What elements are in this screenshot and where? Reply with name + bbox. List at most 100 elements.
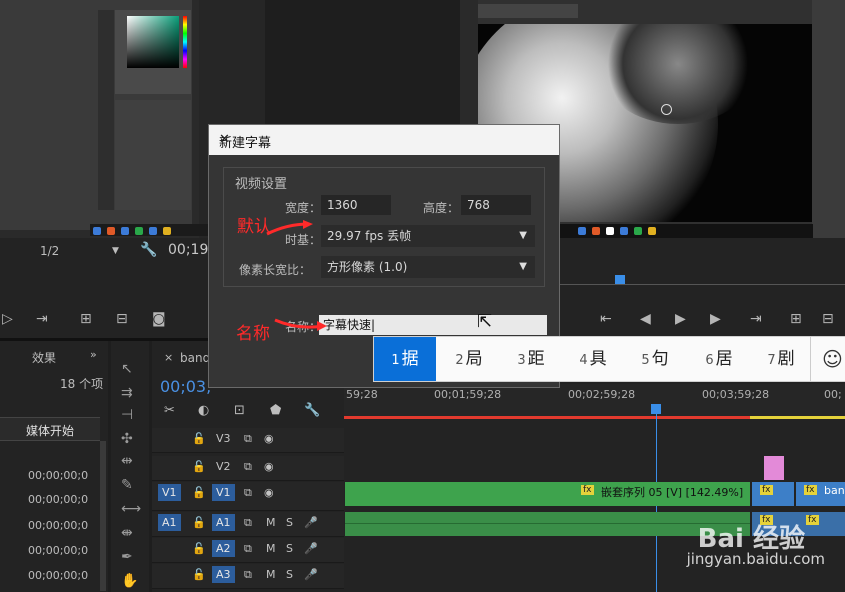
ime-candidate[interactable]: 5句 <box>624 337 686 381</box>
photoshop-properties <box>812 0 845 238</box>
ime-candidate[interactable]: 1据 <box>374 337 436 381</box>
track-target-a3[interactable]: A3 <box>212 566 235 583</box>
chevron-right-icon[interactable]: » <box>90 348 97 361</box>
snap-icon[interactable]: ✂ <box>164 403 175 418</box>
document-tab[interactable] <box>478 4 578 18</box>
mute-button[interactable]: M <box>266 542 276 555</box>
audio-clip[interactable] <box>345 512 750 536</box>
pixel-aspect-label: 像素长宽比： <box>239 263 312 277</box>
sync-lock-icon[interactable]: ⧉ <box>244 568 252 582</box>
hue-slider[interactable] <box>183 16 187 68</box>
tab-sequence[interactable]: band <box>180 351 210 365</box>
ripple-edit-tool-icon[interactable]: ⊣ <box>121 407 133 423</box>
settings-wrench-icon[interactable]: 🔧 <box>304 403 320 418</box>
track-label[interactable]: V3 <box>216 432 231 445</box>
color-picker[interactable] <box>127 16 179 68</box>
solo-button[interactable]: S <box>286 542 293 555</box>
eye-icon[interactable]: ◉ <box>264 432 274 445</box>
close-icon[interactable]: × <box>164 351 173 364</box>
sync-lock-icon[interactable]: ⧉ <box>244 486 252 500</box>
sync-lock-icon[interactable]: ⧉ <box>244 542 252 556</box>
go-to-in-icon[interactable]: ⇥ <box>36 311 48 327</box>
close-icon[interactable]: ✕ <box>219 132 551 147</box>
rate-stretch-tool-icon[interactable]: ⇹ <box>121 453 133 469</box>
ime-candidate[interactable]: 4具 <box>562 337 624 381</box>
extract-icon[interactable]: ⊟ <box>116 311 128 327</box>
lock-icon[interactable]: 🔓 <box>192 432 206 445</box>
track-target-a1[interactable]: A1 <box>212 514 235 531</box>
wrench-icon[interactable]: 🔧 <box>140 242 157 258</box>
video-clip-nested[interactable]: fx 嵌套序列 05 [V] [142.49%] <box>345 482 750 506</box>
pen-tool-icon[interactable]: ✒ <box>121 549 133 565</box>
mark-out-icon[interactable]: ⇤ <box>600 311 612 327</box>
ime-candidate[interactable]: 3距 <box>500 337 562 381</box>
marker-icon[interactable]: ⬟ <box>270 403 281 418</box>
slip-tool-icon[interactable]: ⟷ <box>121 501 141 517</box>
slide-tool-icon[interactable]: ⇼ <box>121 525 133 541</box>
go-to-out-icon[interactable]: ⇥ <box>750 311 762 327</box>
emoji-icon[interactable]: ☺ <box>822 347 843 371</box>
overwrite-icon[interactable]: ⊟ <box>822 311 834 327</box>
scrollbar[interactable] <box>100 441 106 591</box>
mute-button[interactable]: M <box>266 568 276 581</box>
ime-candidate[interactable]: 7剧 <box>750 337 812 381</box>
mark-in-icon[interactable]: ▷ <box>2 311 13 327</box>
track-v2: 🔓 V2 ⧉ ◉ <box>152 456 344 481</box>
fx-badge: fx <box>760 485 773 495</box>
height-field[interactable]: 768 <box>461 195 531 215</box>
selection-tool-icon[interactable]: ↖ <box>121 361 133 377</box>
video-clip[interactable]: fx <box>752 482 794 506</box>
sync-lock-icon[interactable]: ⧉ <box>244 432 252 446</box>
clip-label: ban <box>824 484 845 497</box>
track-target-a2[interactable]: A2 <box>212 540 235 557</box>
eye-icon[interactable]: ◉ <box>264 486 274 499</box>
rolling-edit-tool-icon[interactable]: ✣ <box>121 431 133 447</box>
width-field[interactable]: 1360 <box>321 195 391 215</box>
graphic-clip[interactable] <box>764 456 784 480</box>
playhead-marker[interactable] <box>615 275 625 284</box>
scrub-bar[interactable] <box>560 284 845 285</box>
microphone-icon[interactable]: 🎤 <box>304 568 318 581</box>
timebase-select[interactable]: 29.97 fps 丢帧 ▼ <box>321 225 535 247</box>
solo-button[interactable]: S <box>286 568 293 581</box>
video-clip[interactable]: fx ban <box>796 482 845 506</box>
column-header[interactable]: 媒体开始 <box>0 417 100 441</box>
source-patch-v1[interactable]: V1 <box>158 484 181 501</box>
linked-selection-icon[interactable]: ◐ <box>198 403 209 418</box>
ime-candidate[interactable]: 2局 <box>438 337 500 381</box>
timeline-timecode[interactable]: 00;03; <box>160 377 212 396</box>
name-input[interactable]: 字幕快速| <box>319 315 547 335</box>
sync-lock-icon[interactable]: ⧉ <box>244 460 252 474</box>
microphone-icon[interactable]: 🎤 <box>304 516 318 529</box>
lift-icon[interactable]: ⊞ <box>80 311 92 327</box>
brush-cursor-icon <box>661 104 672 115</box>
solo-button[interactable]: S <box>286 516 293 529</box>
zoom-select[interactable]: 1/2 ▼ <box>40 244 120 262</box>
hand-tool-icon[interactable]: ✋ <box>121 573 138 589</box>
source-patch-a1[interactable]: A1 <box>158 514 181 531</box>
lock-icon[interactable]: 🔓 <box>192 568 206 581</box>
ime-candidate[interactable]: 6居 <box>688 337 750 381</box>
tab-effects[interactable]: 效果 <box>32 349 56 366</box>
lock-icon[interactable]: 🔓 <box>192 486 206 499</box>
playhead-handle[interactable] <box>651 404 661 414</box>
time-ruler[interactable]: 59;28 00;01;59;28 00;02;59;28 00;03;59;2… <box>344 384 845 417</box>
track-target-v1[interactable]: V1 <box>212 484 235 501</box>
track-select-tool-icon[interactable]: ⇉ <box>121 385 133 401</box>
microphone-icon[interactable]: 🎤 <box>304 542 318 555</box>
lock-icon[interactable]: 🔓 <box>192 516 206 529</box>
step-back-icon[interactable]: ◀ <box>640 311 651 327</box>
add-marker-icon[interactable]: ⊡ <box>234 403 245 418</box>
step-forward-icon[interactable]: ▶ <box>710 311 721 327</box>
play-icon[interactable]: ▶ <box>675 311 686 327</box>
eye-icon[interactable]: ◉ <box>264 460 274 473</box>
lock-icon[interactable]: 🔓 <box>192 460 206 473</box>
camera-icon[interactable]: ◙ <box>152 311 166 327</box>
razor-tool-icon[interactable]: ✎ <box>121 477 133 493</box>
track-label[interactable]: V2 <box>216 460 231 473</box>
insert-icon[interactable]: ⊞ <box>790 311 802 327</box>
sync-lock-icon[interactable]: ⧉ <box>244 516 252 530</box>
pixel-aspect-select[interactable]: 方形像素 (1.0) ▼ <box>321 256 535 278</box>
mute-button[interactable]: M <box>266 516 276 529</box>
lock-icon[interactable]: 🔓 <box>192 542 206 555</box>
